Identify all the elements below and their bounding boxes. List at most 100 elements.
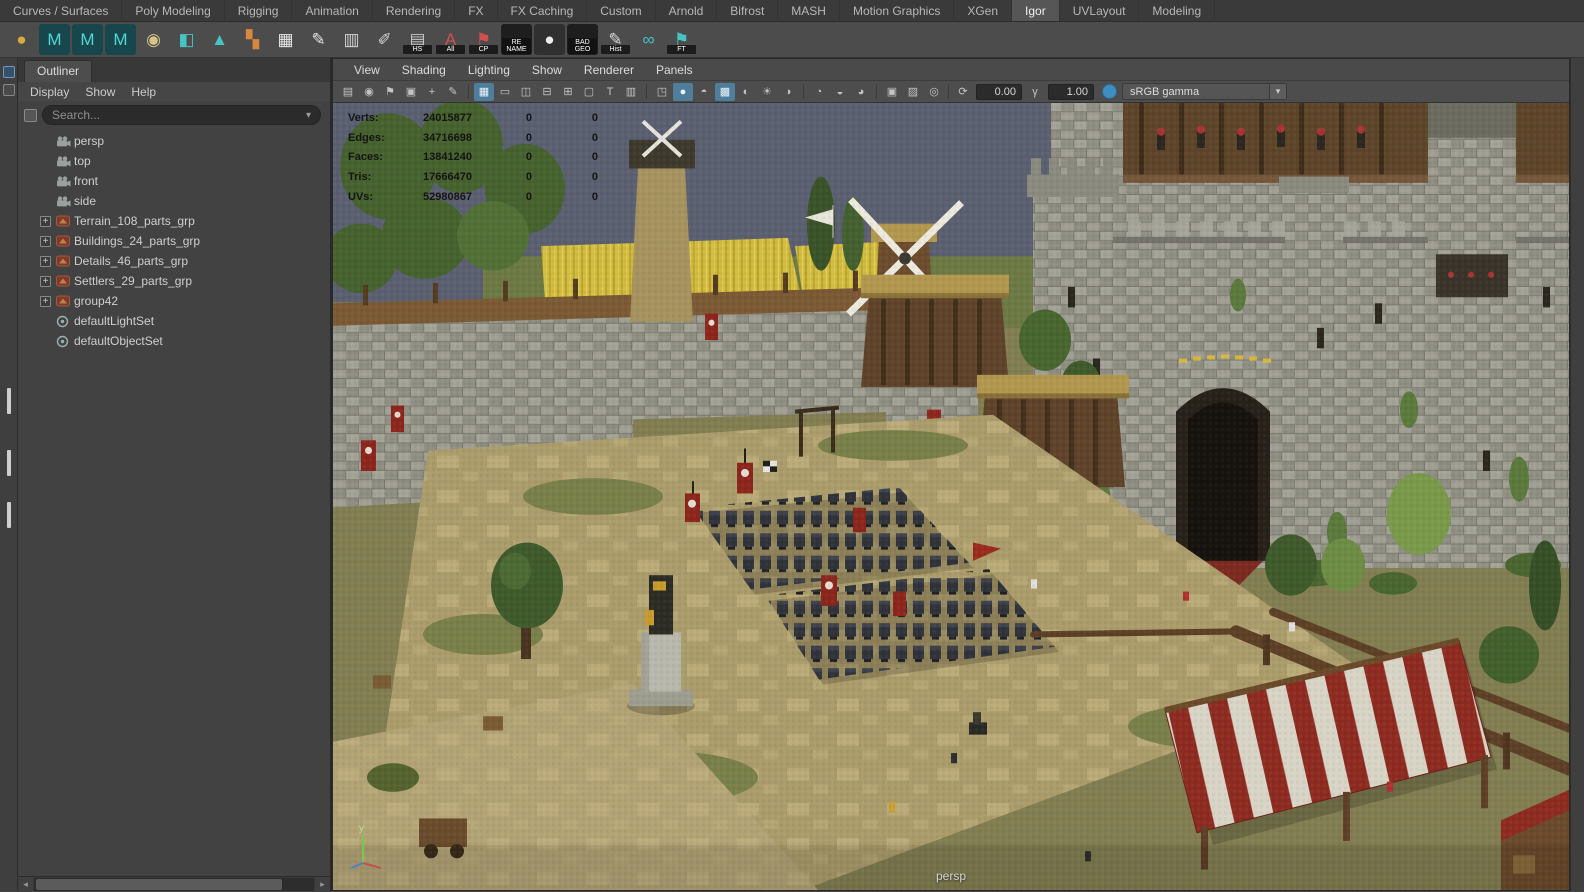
pan-zoom-icon[interactable]: + (422, 83, 442, 101)
hud-box-icon[interactable]: ▥ (621, 83, 641, 101)
menu-tab-custom[interactable]: Custom (587, 0, 656, 21)
exposure-toggle-icon[interactable]: ⟳ (953, 83, 973, 101)
outliner-item-terrain-108-parts-grp[interactable]: + Terrain_108_parts_grp (18, 211, 330, 231)
isolate-select-icon[interactable]: ▣ (882, 83, 902, 101)
filter-icon[interactable] (24, 108, 37, 122)
panel-toggle-icon[interactable] (3, 84, 15, 96)
shelf-select-all-icon[interactable]: A All (435, 24, 466, 55)
hud-pencil-icon[interactable]: ✎ (443, 83, 463, 101)
menu-tab-fx[interactable]: FX (455, 0, 498, 21)
menu-tab-rendering[interactable]: Rendering (373, 0, 456, 21)
viewport-menu-show[interactable]: Show (521, 63, 573, 77)
menu-tab-bifrost[interactable]: Bifrost (717, 0, 779, 21)
shelf-delete-history-icon[interactable]: ✎ Hist (600, 24, 631, 55)
motion-blur-icon[interactable]: ◒ (830, 83, 850, 101)
textured-icon[interactable]: ▩ (715, 82, 735, 101)
menu-tab-igor[interactable]: Igor (1012, 0, 1060, 21)
outliner-item-group42[interactable]: + group42 (18, 291, 330, 311)
expand-toggle-icon[interactable]: + (40, 255, 51, 267)
shelf-poly-sphere-icon[interactable]: ● (6, 24, 37, 55)
shelf-booleans-icon[interactable]: ∞ (633, 24, 664, 55)
outliner-item-side[interactable]: side (18, 191, 330, 211)
bookmark-icon[interactable]: ⚑ (380, 83, 400, 101)
viewport-menu-lighting[interactable]: Lighting (457, 63, 521, 77)
outliner-item-defaultlightset[interactable]: defaultLightSet (18, 311, 330, 331)
expand-toggle-icon[interactable]: + (40, 215, 51, 227)
expand-toggle-icon[interactable]: + (40, 275, 51, 287)
viewport-canvas[interactable]: Verts: 24015877 0 0 Edges: 34716698 0 0 Faces: 13… (333, 103, 1569, 890)
wireframe-icon[interactable]: ◳ (652, 83, 672, 101)
outliner-item-defaultobjectset[interactable]: defaultObjectSet (18, 331, 330, 351)
joints-xray-icon[interactable]: ◎ (924, 83, 944, 101)
shelf-blocks-icon[interactable]: ▚ (237, 24, 268, 55)
expand-toggle-icon[interactable]: + (40, 235, 51, 247)
shelf-rename-icon[interactable]: RE NAME (501, 24, 532, 55)
gamma-toggle-icon[interactable]: γ (1025, 83, 1045, 101)
safe-action-icon[interactable]: ▢ (579, 83, 599, 101)
outliner-item-front[interactable]: front (18, 171, 330, 191)
search-input[interactable]: Search... ▾ (42, 105, 321, 125)
scroll-left-icon[interactable]: ◂ (18, 876, 33, 892)
shelf-center-pivot-icon[interactable]: ⚑ CP (468, 24, 499, 55)
outliner-item-settlers-29-parts-grp[interactable]: + Settlers_29_parts_grp (18, 271, 330, 291)
select-camera-icon[interactable]: ▤ (338, 83, 358, 101)
xray-icon[interactable]: ▨ (903, 83, 923, 101)
shelf-poly-disc-icon[interactable]: ◉ (138, 24, 169, 55)
outliner-item-persp[interactable]: persp (18, 131, 330, 151)
shelf-curve-pen-icon[interactable]: ✎ (303, 24, 334, 55)
film-gate-icon[interactable]: ▭ (495, 83, 515, 101)
outliner-tab[interactable]: Outliner (24, 60, 93, 82)
shelf-maya-tool-3-icon[interactable]: M (105, 24, 136, 55)
scrollbar-thumb[interactable] (36, 878, 283, 890)
lighting-icon[interactable]: ☀ (757, 83, 777, 101)
menu-tab-motion-graphics[interactable]: Motion Graphics (840, 0, 955, 21)
gamma-field[interactable]: 1.00 (1048, 83, 1094, 100)
viewport-menu-view[interactable]: View (343, 63, 391, 77)
shelf-maya-tool-1-icon[interactable]: M (39, 24, 70, 55)
outliner-menu-help[interactable]: Help (123, 85, 164, 99)
view-transform-select[interactable]: sRGB gamma (1122, 83, 1270, 100)
scrollbar-track[interactable] (34, 877, 314, 891)
menu-tab-mash[interactable]: MASH (778, 0, 840, 21)
default-material-icon[interactable]: ◐ (736, 83, 756, 101)
menu-tab-uvlayout[interactable]: UVLayout (1060, 0, 1140, 21)
grid-icon[interactable]: ▦ (474, 82, 494, 101)
menu-tab-curves-surfaces[interactable]: Curves / Surfaces (0, 0, 123, 21)
color-management-toggle[interactable] (1102, 84, 1117, 99)
view-transform-dropdown-icon[interactable]: ▾ (1270, 83, 1287, 100)
flat-shade-icon[interactable]: ◓ (694, 83, 714, 101)
outliner-item-top[interactable]: top (18, 151, 330, 171)
outliner-hscrollbar[interactable]: ◂ ▸ (18, 876, 330, 892)
shelf-freeze-transform-icon[interactable]: ⚑ FT (666, 24, 697, 55)
viewport-menu-shading[interactable]: Shading (391, 63, 457, 77)
outliner-menu-show[interactable]: Show (77, 85, 123, 99)
gate-mask-icon[interactable]: ⊟ (537, 83, 557, 101)
shelf-export-cube-icon[interactable]: ◧ (171, 24, 202, 55)
shelf-pen-dashed-icon[interactable]: ✐ (369, 24, 400, 55)
menu-tab-fx-caching[interactable]: FX Caching (498, 0, 588, 21)
shelf-maya-tool-2-icon[interactable]: M (72, 24, 103, 55)
menu-tab-poly-modeling[interactable]: Poly Modeling (122, 0, 225, 21)
shadows-icon[interactable]: ◑ (778, 83, 798, 101)
shelf-hud-stats-icon[interactable]: ▤ HS (402, 24, 433, 55)
dock-grip-1[interactable] (7, 388, 11, 414)
depth-of-field-icon[interactable]: ◕ (851, 83, 871, 101)
shelf-uv-strips-icon[interactable]: ▥ (336, 24, 367, 55)
ambient-occlusion-icon[interactable]: ◔ (809, 83, 829, 101)
image-plane-icon[interactable]: ▣ (401, 83, 421, 101)
outliner-item-details-46-parts-grp[interactable]: + Details_46_parts_grp (18, 251, 330, 271)
lock-camera-icon[interactable]: ◉ (359, 83, 379, 101)
menu-tab-rigging[interactable]: Rigging (225, 0, 293, 21)
shelf-white-sphere-icon[interactable]: ● (534, 24, 565, 55)
dock-grip-2[interactable] (7, 450, 11, 476)
smooth-shade-icon[interactable]: ● (673, 82, 693, 101)
outliner-item-buildings-24-parts-grp[interactable]: + Buildings_24_parts_grp (18, 231, 330, 251)
outliner-menu-display[interactable]: Display (22, 85, 77, 99)
ui-toggle-icon[interactable] (3, 66, 15, 78)
shelf-scatter-icon[interactable]: ▲ (204, 24, 235, 55)
menu-tab-animation[interactable]: Animation (292, 0, 373, 21)
menu-tab-modeling[interactable]: Modeling (1139, 0, 1216, 21)
resolution-gate-icon[interactable]: ◫ (516, 83, 536, 101)
exposure-field[interactable]: 0.00 (976, 83, 1022, 100)
dock-grip-3[interactable] (7, 502, 11, 528)
